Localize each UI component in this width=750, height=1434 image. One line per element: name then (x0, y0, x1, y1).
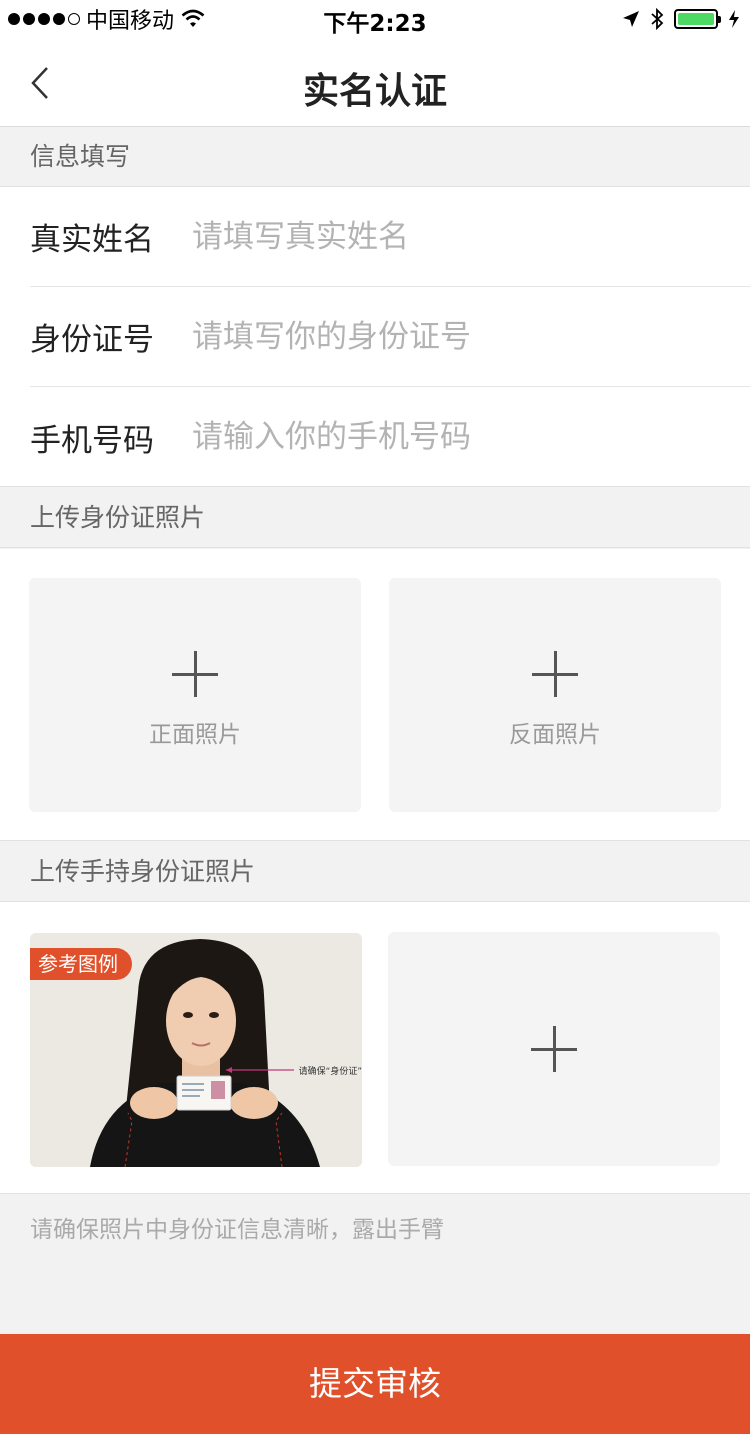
hand-photo-panel: 参考图例 请确保“身份证” (0, 902, 750, 1194)
plus-icon (532, 651, 578, 697)
name-input[interactable] (192, 206, 750, 267)
front-photo-label: 正面照片 (149, 722, 241, 748)
plus-icon (172, 651, 218, 697)
name-row: 真实姓名 (30, 187, 750, 287)
id-label: 身份证号 (30, 322, 154, 358)
id-row: 身份证号 (30, 287, 750, 387)
bluetooth-icon (651, 8, 664, 30)
example-photo: 参考图例 请确保“身份证” (30, 933, 362, 1167)
id-photo-panel: 正面照片 反面照片 (0, 549, 750, 841)
battery-icon (674, 9, 721, 29)
page-title: 实名认证 (302, 71, 447, 112)
section-header-hand-photo: 上传手持身份证照片 (0, 842, 750, 902)
status-right (622, 6, 740, 32)
hand-photo-upload[interactable] (388, 932, 720, 1166)
plus-icon (531, 1026, 577, 1072)
location-arrow-icon (623, 11, 639, 27)
back-photo-label: 反面照片 (509, 722, 601, 748)
phone-row: 手机号码 (30, 387, 750, 487)
section-header-id-photo: 上传身份证照片 (0, 488, 750, 548)
front-photo-upload[interactable]: 正面照片 (29, 578, 361, 812)
status-bar: 中国移动 下午2:23 (0, 0, 750, 38)
submit-button[interactable]: 提交审核 (0, 1334, 750, 1434)
photo-note: 请确保照片中身份证信息清晰，露出手臂 (30, 1217, 444, 1243)
example-tag: 参考图例 (30, 948, 132, 980)
example-hint-text: 请确保“身份证” (298, 1067, 362, 1077)
id-number-input[interactable] (192, 306, 750, 367)
section-header-info: 信息填写 (0, 127, 750, 187)
back-photo-upload[interactable]: 反面照片 (389, 578, 721, 812)
charging-icon (729, 10, 739, 28)
name-label: 真实姓名 (30, 222, 154, 258)
phone-label: 手机号码 (30, 422, 154, 459)
nav-bar: 实名认证 (0, 38, 750, 127)
info-form: 真实姓名 身份证号 手机号码 (0, 187, 750, 487)
phone-input[interactable] (192, 407, 750, 467)
